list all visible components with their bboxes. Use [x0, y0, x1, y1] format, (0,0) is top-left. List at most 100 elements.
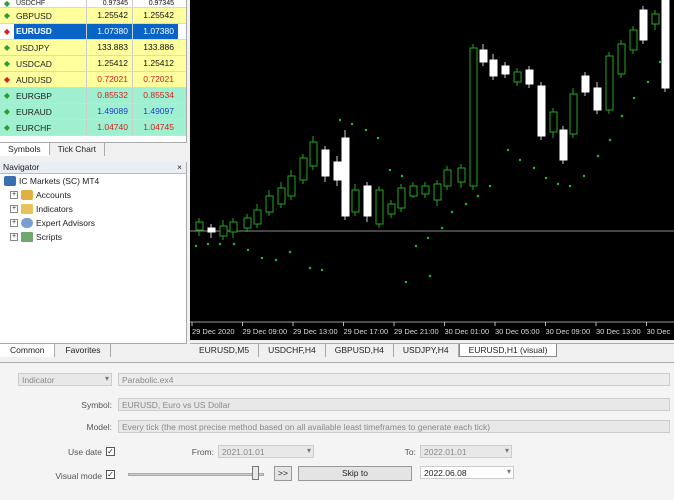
navigator-item-label: Scripts	[36, 232, 62, 242]
navigator-item-indicators[interactable]: + Indicators	[0, 202, 186, 216]
bid-price: 1.25542	[86, 8, 132, 23]
navigator-panel: Navigator × IC Markets (SC) MT4 + Accoun…	[0, 162, 187, 357]
candle-body	[661, 0, 670, 89]
sar-dot	[596, 154, 600, 158]
tab-favorites[interactable]: Favorites	[55, 344, 112, 357]
sar-dot	[308, 266, 312, 270]
model-label: Model:	[86, 422, 112, 432]
market-watch-tabs: Symbols Tick Chart	[0, 142, 187, 156]
bid-price: 1.25412	[86, 56, 132, 71]
model-select[interactable]: Every tick (the most precise method base…	[118, 420, 670, 433]
sar-dot	[426, 236, 430, 240]
candle-body	[501, 65, 510, 75]
candle-body	[593, 87, 602, 111]
tab-common[interactable]: Common	[0, 344, 56, 357]
chart-tab-gbpusd-h4[interactable]: GBPUSD,H4	[326, 344, 394, 357]
chart-tab-eurusd-h1-visual[interactable]: EURUSD,H1 (visual)	[458, 344, 558, 357]
navigator-root[interactable]: IC Markets (SC) MT4	[0, 174, 186, 188]
symbol-name: EURAUD	[16, 106, 52, 117]
symbol-icon: ◆	[3, 59, 11, 68]
candle-body	[479, 49, 488, 63]
market-watch-row[interactable]: ◆ AUDUSD 0.72021 0.72021	[0, 72, 186, 88]
visual-mode-label: Visual mode	[55, 471, 102, 481]
ask-price: 0.97345	[132, 0, 178, 7]
candle-body	[287, 175, 296, 197]
symbol-select[interactable]: EURUSD, Euro vs US Dollar	[118, 398, 670, 411]
candle-body	[265, 195, 274, 213]
sar-dot	[428, 274, 432, 278]
use-date-checkbox[interactable]: ✓	[106, 447, 115, 456]
ask-price: 1.07380	[132, 24, 178, 39]
candle-body	[253, 209, 262, 225]
candle-body	[243, 217, 252, 229]
expert-advisor-icon	[21, 218, 33, 228]
symbol-label: Symbol:	[81, 400, 112, 410]
market-watch-row[interactable]: ◆ EURCHF 1.04740 1.04745	[0, 120, 186, 136]
navigator-item-accounts[interactable]: + Accounts	[0, 188, 186, 202]
tab-symbols[interactable]: Symbols	[0, 143, 50, 156]
bid-price: 0.85532	[86, 88, 132, 103]
sar-dot	[544, 176, 548, 180]
sar-dot	[338, 118, 342, 122]
expand-icon[interactable]: +	[10, 205, 18, 213]
price-chart[interactable]: 29 Dec 2020 29 Dec 09:00 29 Dec 13:00 29 De…	[190, 0, 674, 340]
market-watch-row[interactable]: ◆ EURUSD 1.07380 1.07380	[0, 24, 186, 40]
sar-dot	[320, 268, 324, 272]
candle-body	[321, 149, 330, 177]
expand-icon[interactable]: +	[10, 219, 18, 227]
market-watch-row[interactable]: ◆ EURAUD 1.49089 1.49097	[0, 104, 186, 120]
navigator-item-label: Indicators	[36, 204, 73, 214]
market-watch-row[interactable]: ◆ USDCAD 1.25412 1.25412	[0, 56, 186, 72]
market-watch-row[interactable]: ◆ EURGBP 0.85532 0.85534	[0, 88, 186, 104]
skip-to-button[interactable]: Skip to	[298, 466, 412, 481]
market-watch-row[interactable]: ◆ USDJPY 133.883 133.886	[0, 40, 186, 56]
skip-date-picker[interactable]: 2022.06.08	[420, 466, 514, 479]
sar-dot	[518, 158, 522, 162]
to-date-picker[interactable]: 2022.01.01	[420, 445, 512, 458]
sar-dot	[620, 114, 624, 118]
expand-icon[interactable]: +	[10, 233, 18, 241]
speed-slider-track[interactable]	[128, 473, 264, 476]
sar-dot	[440, 226, 444, 230]
tester-type-select[interactable]: Indicator	[18, 373, 112, 386]
ask-price: 1.49097	[132, 104, 178, 119]
symbol-icon: ◆	[3, 0, 11, 8]
candle-body	[513, 71, 522, 83]
sar-dot	[646, 80, 650, 84]
candle-body	[207, 227, 216, 233]
chart-tab-usdchf-h4[interactable]: USDCHF,H4	[259, 344, 326, 357]
sar-dot	[260, 256, 264, 260]
navigator-item-label: Expert Advisors	[36, 218, 96, 228]
symbol-name: AUDUSD	[16, 74, 52, 85]
bid-price: 1.04740	[86, 120, 132, 135]
tab-tick-chart[interactable]: Tick Chart	[50, 143, 106, 156]
candle-body	[559, 129, 568, 161]
visual-mode-checkbox[interactable]: ✓	[106, 470, 115, 479]
symbol-name: USDCAD	[16, 58, 52, 69]
indicator-name-field[interactable]: Parabolic.ex4	[118, 373, 670, 386]
sar-dot	[194, 244, 198, 248]
close-icon[interactable]: ×	[177, 162, 186, 173]
market-watch-row[interactable]: ◆ GBPUSD 1.25542 1.25542	[0, 8, 186, 24]
chart-tab-eurusd-m5[interactable]: EURUSD,M5	[190, 344, 260, 357]
navigator-item-scripts[interactable]: + Scripts	[0, 230, 186, 244]
navigator-title-bar: Navigator ×	[0, 162, 186, 174]
candle-body	[333, 161, 342, 181]
expand-icon[interactable]: +	[10, 191, 18, 199]
ask-price: 133.886	[132, 40, 178, 55]
sar-dot	[532, 166, 536, 170]
sar-dot	[476, 194, 480, 198]
market-watch-row[interactable]: ◆ USDCHF 0.97345 0.97345	[0, 0, 186, 8]
candle-body	[433, 183, 442, 201]
navigator-tabs: Common Favorites	[0, 343, 187, 357]
speed-slider-thumb[interactable]	[252, 466, 259, 480]
symbol-name: EURUSD	[14, 24, 86, 39]
from-label: From:	[191, 447, 214, 457]
chart-tab-usdjpy-h4[interactable]: USDJPY,H4	[394, 344, 459, 357]
symbol-icon: ◆	[3, 123, 11, 132]
navigator-item-expert-advisors[interactable]: + Expert Advisors	[0, 216, 186, 230]
from-date-picker[interactable]: 2021.01.01	[218, 445, 314, 458]
time-label: 30 Dec 09:00	[546, 327, 591, 336]
fast-forward-button[interactable]: >>	[274, 466, 292, 481]
ask-price: 1.25542	[132, 8, 178, 23]
